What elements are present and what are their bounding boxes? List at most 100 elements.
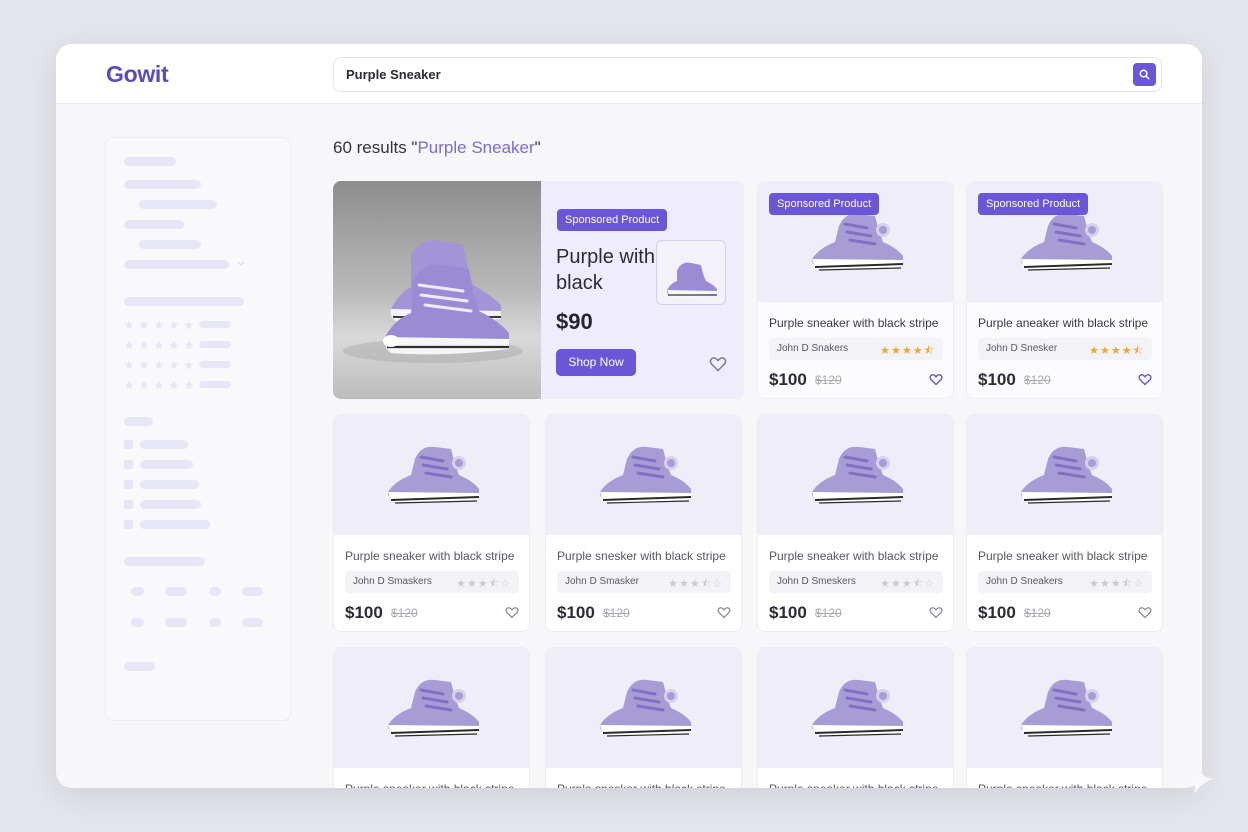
- product-image[interactable]: [967, 415, 1162, 535]
- original-price: $120: [1024, 606, 1051, 620]
- sneaker-thumbnail-image: [666, 262, 717, 298]
- skeleton-line[interactable]: [199, 321, 231, 328]
- product-card[interactable]: Purple sneaker with black stripe John D S…: [333, 414, 530, 632]
- logo[interactable]: Gowit: [106, 61, 169, 88]
- sponsored-product-card[interactable]: Sponsored Product Purple aneaker with bla…: [966, 181, 1163, 399]
- top-bar: Gowit: [56, 44, 1202, 104]
- results-heading: 60 results "Purple Sneaker": [333, 138, 541, 157]
- seller-name: John D Snesker: [986, 343, 1058, 354]
- sponsored-badge: Sponsored Product: [557, 209, 668, 231]
- product-title[interactable]: Purple sneaker with black stripe: [345, 549, 514, 563]
- product-title[interactable]: Purple sneaker with black stripe: [769, 549, 938, 563]
- sparkle-decoration: [1186, 768, 1216, 794]
- checkbox[interactable]: [124, 480, 133, 489]
- search-button[interactable]: [1133, 63, 1156, 86]
- search-bar[interactable]: [333, 57, 1162, 92]
- rating-stars: ★★★★⯪: [1089, 345, 1144, 357]
- checkbox[interactable]: [124, 500, 133, 509]
- skeleton-line[interactable]: [199, 341, 231, 348]
- product-price: $100: [769, 603, 807, 622]
- filter-chip[interactable]: [242, 587, 263, 596]
- heart-icon[interactable]: [709, 356, 727, 372]
- product-card[interactable]: Purple snesker with black stripeJohn D S…: [545, 647, 742, 788]
- heart-icon[interactable]: [1138, 606, 1152, 624]
- skeleton-line: [124, 157, 176, 166]
- product-title[interactable]: Purple aneaker with black stripe: [978, 316, 1148, 330]
- hero-info: Sponsored Product Purple with black $90 …: [541, 181, 744, 399]
- heart-icon[interactable]: [1138, 373, 1152, 391]
- product-title[interactable]: Purple snesker with black stripe: [557, 782, 726, 788]
- product-title[interactable]: Purple sneaker with black stripe: [978, 549, 1147, 563]
- rating-stars: ★★★★⯪: [880, 345, 935, 357]
- product-card[interactable]: Purple sneaker with black stripeJohn D S…: [757, 647, 954, 788]
- skeleton-line: [140, 480, 199, 489]
- heart-icon[interactable]: [929, 373, 943, 391]
- product-card[interactable]: Purple snesker with black stripe John D S…: [545, 414, 742, 632]
- original-price: $120: [815, 606, 842, 620]
- checkbox[interactable]: [124, 520, 133, 529]
- shop-now-button[interactable]: Shop Now: [556, 349, 636, 376]
- product-title[interactable]: Purple sneaker with black stripe: [345, 782, 514, 788]
- product-image[interactable]: [758, 648, 953, 768]
- skeleton-line: [124, 417, 153, 426]
- original-price: $120: [1024, 373, 1051, 387]
- product-image[interactable]: [334, 415, 529, 535]
- seller-row: John D Snakers ★★★★⯪: [769, 338, 943, 360]
- sponsored-badge: Sponsored Product: [978, 193, 1089, 215]
- seller-name: John D Smaskers: [353, 576, 432, 587]
- skeleton-line[interactable]: [199, 361, 231, 368]
- product-card[interactable]: Purple sneaker with black stripeJohn D S…: [966, 647, 1163, 788]
- product-card[interactable]: Purple sneaker with black stripeJohn D S…: [333, 647, 530, 788]
- hero-thumbnail[interactable]: [656, 240, 726, 305]
- chevron-down-icon: [237, 261, 245, 266]
- results-query: Purple Sneaker: [417, 138, 535, 157]
- skeleton-select[interactable]: [124, 260, 229, 269]
- seller-row: John D Smaskers ★★★⯪☆: [345, 571, 519, 593]
- product-image[interactable]: [546, 648, 741, 768]
- filter-sidebar: [105, 137, 291, 721]
- skeleton-line: [124, 557, 205, 566]
- product-title[interactable]: Purple sneaker with black stripe: [769, 782, 938, 788]
- product-image[interactable]: [546, 415, 741, 535]
- product-price: $100: [345, 603, 383, 622]
- product-card[interactable]: Purple sneaker with black stripeJohn D S…: [757, 414, 954, 632]
- product-price: $100: [769, 370, 807, 389]
- product-card[interactable]: Purple sneaker with black stripe John D S…: [966, 414, 1163, 632]
- heart-icon[interactable]: [717, 606, 731, 624]
- product-title[interactable]: Purple snesker with black stripe: [557, 549, 726, 563]
- filter-chip[interactable]: [131, 587, 144, 596]
- product-image[interactable]: [334, 648, 529, 768]
- product-title[interactable]: Purple sneaker with black stripe: [769, 316, 938, 330]
- hero-price: $90: [556, 309, 593, 334]
- seller-name: John D Sneakers: [986, 576, 1063, 587]
- seller-name: John D Snakers: [777, 343, 849, 354]
- product-title[interactable]: Purple sneaker with black stripe: [978, 782, 1147, 788]
- filter-chip[interactable]: [242, 618, 263, 627]
- filter-chip[interactable]: [165, 618, 187, 627]
- filter-chip[interactable]: [131, 618, 144, 627]
- heart-icon[interactable]: [505, 606, 519, 624]
- checkbox[interactable]: [124, 460, 133, 469]
- sneaker-image: [343, 240, 523, 363]
- heart-icon[interactable]: [929, 606, 943, 624]
- skeleton-line: [139, 200, 217, 209]
- sponsored-badge: Sponsored Product: [769, 193, 880, 215]
- skeleton-line[interactable]: [199, 381, 231, 388]
- search-input[interactable]: [346, 58, 1116, 91]
- original-price: $120: [391, 606, 418, 620]
- skeleton-line: [139, 240, 201, 249]
- skeleton-line: [124, 220, 184, 229]
- seller-row: John D Smasker ★★★⯪☆: [557, 571, 731, 593]
- original-price: $120: [815, 373, 842, 387]
- hero-sponsored-banner[interactable]: Sponsored Product Purple with black $90 …: [333, 181, 744, 399]
- filter-chip[interactable]: [165, 587, 187, 596]
- filter-chip[interactable]: [209, 587, 221, 596]
- product-image[interactable]: [967, 648, 1162, 768]
- sponsored-product-card[interactable]: Sponsored Product Purple sneaker with bla…: [757, 181, 954, 399]
- seller-row: John D Snesker ★★★★⯪: [978, 338, 1152, 360]
- product-image[interactable]: [758, 415, 953, 535]
- checkbox[interactable]: [124, 440, 133, 449]
- rating-stars: ★★★⯪☆: [1089, 578, 1144, 590]
- filter-chip[interactable]: [209, 618, 221, 627]
- app-window: Gowit 60 results "Purple Sne: [56, 44, 1202, 788]
